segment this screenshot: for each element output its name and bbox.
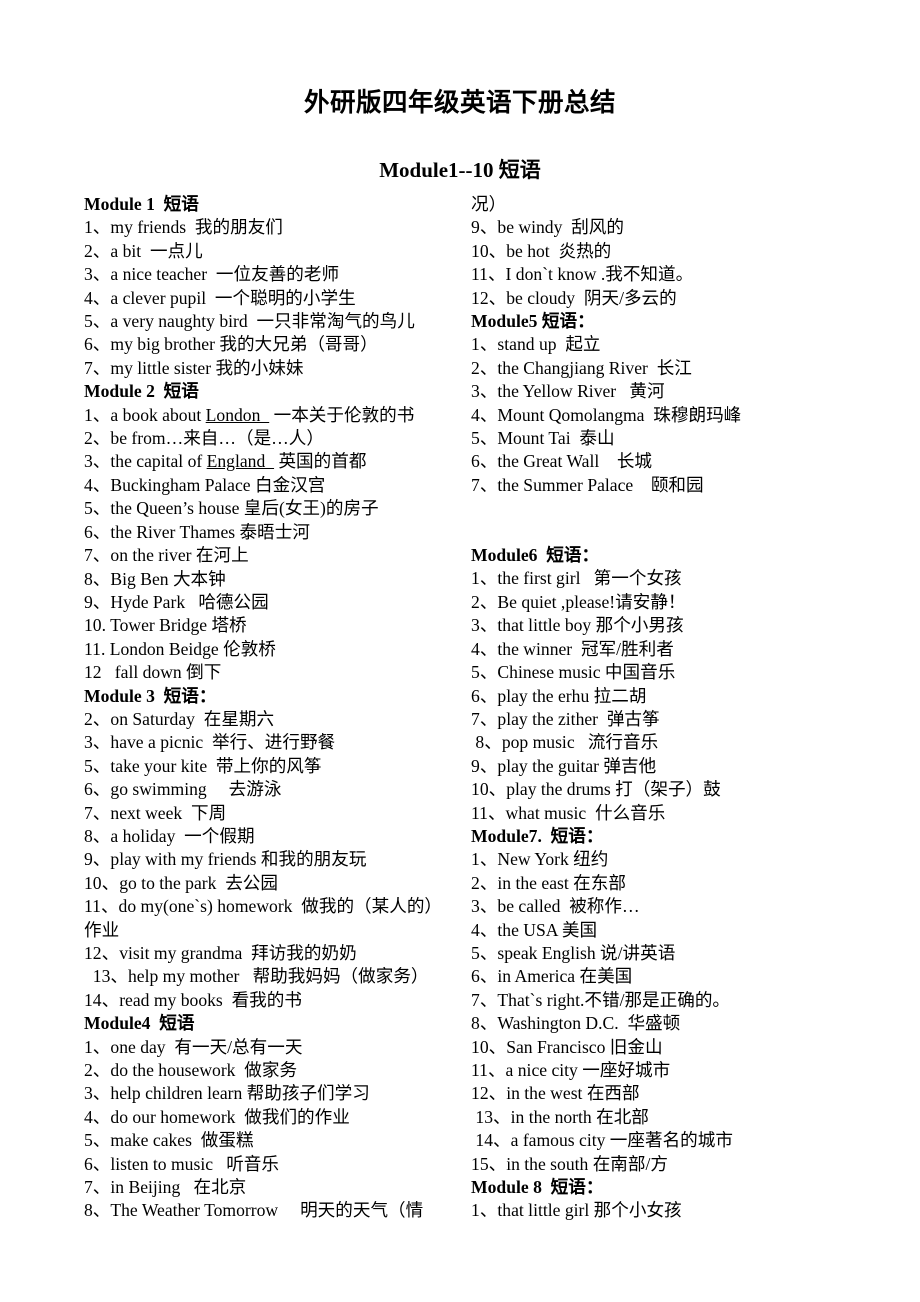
phrase-line: 况）: [471, 194, 507, 214]
phrase-line: 12、in the west 在西部: [471, 1083, 640, 1104]
phrase-line: 7、That`s right.不错/那是正确的。: [471, 989, 731, 1010]
phrase-line: 13、help my mother 帮助我妈妈（做家务）: [84, 966, 429, 987]
phrase-line: 8、pop music 流行音乐: [471, 732, 659, 753]
phrase-line: 6、my big brother 我的大兄弟（哥哥）: [84, 334, 378, 355]
module-heading: Module 8 短语：: [471, 1177, 604, 1198]
phrase-line: 9、be windy 刮风的: [471, 217, 624, 238]
phrase-line: 3、have a picnic 举行、进行野餐: [84, 732, 336, 753]
phrase-line: 1、a book about London 一本关于伦敦的书: [84, 404, 415, 425]
phrase-line: 7、play the zither 弹古筝: [471, 708, 660, 729]
phrase-line: 5、Chinese music 中国音乐: [471, 662, 676, 683]
phrase-line: 1、one day 有一天/总有一天: [84, 1036, 303, 1057]
module-heading: Module6 短语：: [471, 545, 600, 566]
phrase-line: 14、read my books 看我的书: [84, 989, 302, 1010]
phrase-line: 2、Be quiet ,please!请安静！: [471, 591, 686, 612]
phrase-line: 3、the Yellow River 黄河: [471, 381, 665, 402]
right-column: 况） 9、be windy 刮风的 10、be hot 炎热的 11、I don`t …: [471, 193, 858, 1223]
phrase-line: 6、go swimming 去游泳: [84, 779, 282, 800]
phrase-line: 2、be from…来自…（是…人）: [84, 428, 324, 449]
phrase-line: 4、Mount Qomolangma 珠穆朗玛峰: [471, 404, 742, 425]
phrase-line: 8、Big Ben 大本钟: [84, 568, 226, 589]
phrase-line: 9、play with my friends 和我的朋友玩: [84, 849, 367, 870]
spacer-line: [471, 521, 858, 544]
module-heading: Module 3 短语：: [84, 685, 217, 706]
phrase-line: 1、New York 纽约: [471, 849, 609, 870]
phrase-line: 15、in the south 在南部/方: [471, 1153, 668, 1174]
phrase-line: 5、take your kite 带上你的风筝: [84, 755, 322, 776]
document-page: 外研版四年级英语下册总结 Module1--10 短语 Module 1 短语 1…: [0, 0, 920, 1302]
phrase-line: 8、The Weather Tomorrow 明天的天气（情: [84, 1200, 424, 1221]
phrase-line: 11、what music 什么音乐: [471, 802, 666, 823]
phrase-line: 3、a nice teacher 一位友善的老师: [84, 264, 340, 285]
phrase-line: 12 fall down 倒下: [84, 662, 222, 683]
module-heading: Module5 短语：: [471, 311, 595, 332]
phrase-line: 9、play the guitar 弹吉他: [471, 755, 657, 776]
phrase-line: 1、my friends 我的朋友们: [84, 217, 283, 238]
phrase-line: 3、be called 被称作…: [471, 896, 640, 917]
phrase-line: 6、listen to music 听音乐: [84, 1153, 279, 1174]
phrase-line: 6、in America 在美国: [471, 966, 633, 987]
phrase-line: 10、go to the park 去公园: [84, 872, 278, 893]
phrase-line: 11. London Beidge 伦敦桥: [84, 638, 276, 659]
module-heading: Module7. 短语：: [471, 825, 604, 846]
phrase-line: 12、be cloudy 阴天/多云的: [471, 287, 677, 308]
phrase-line: 10、play the drums 打（架子）鼓: [471, 779, 721, 800]
two-column-body: Module 1 短语 1、my friends 我的朋友们 2、a bit 一点儿…: [0, 184, 920, 1223]
phrase-line: 7、on the river 在河上: [84, 545, 249, 566]
phrase-line: 4、Buckingham Palace 白金汉宫: [84, 474, 326, 495]
phrase-line: 6、the Great Wall 长城: [471, 451, 653, 472]
phrase-line: 8、a holiday 一个假期: [84, 825, 255, 846]
phrase-line: 6、play the erhu 拉二胡: [471, 685, 647, 706]
phrase-line: 1、that little girl 那个小女孩: [471, 1200, 682, 1221]
module-heading: Module 1 短语: [84, 194, 199, 214]
phrase-line: 11、I don`t know .我不知道。: [471, 264, 694, 285]
spacer-line: [471, 497, 858, 520]
phrase-line: 1、the first girl 第一个女孩: [471, 568, 682, 589]
page-title: 外研版四年级英语下册总结: [303, 88, 616, 117]
phrase-line: 5、Mount Tai 泰山: [471, 428, 615, 449]
phrase-line: 7、the Summer Palace 颐和园: [471, 474, 704, 495]
phrase-line: 8、Washington D.C. 华盛顿: [471, 1013, 681, 1034]
phrase-line: 作业: [84, 919, 120, 940]
phrase-line: 10. Tower Bridge 塔桥: [84, 615, 247, 636]
phrase-line: 5、a very naughty bird 一只非常淘气的鸟儿: [84, 311, 415, 332]
underlined-term: London: [205, 404, 270, 425]
phrase-line: 2、do the housework 做家务: [84, 1060, 298, 1081]
phrase-line: 13、in the north 在北部: [471, 1106, 649, 1127]
phrase-line: 5、speak English 说/讲英语: [471, 942, 676, 963]
phrase-line: 5、the Queen’s house 皇后(女王)的房子: [84, 498, 379, 519]
phrase-line: 4、the USA 美国: [471, 919, 598, 940]
phrase-line: 4、a clever pupil 一个聪明的小学生: [84, 287, 356, 308]
phrase-line: 3、that little boy 那个小男孩: [471, 615, 684, 636]
phrase-line: 4、the winner 冠军/胜利者: [471, 638, 674, 659]
phrase-line: 12、visit my grandma 拜访我的奶奶: [84, 943, 357, 963]
phrase-line: 7、my little sister 我的小妹妹: [84, 357, 304, 378]
phrase-line: 2、in the east 在东部: [471, 872, 626, 893]
phrase-line: 3、help children learn 帮助孩子们学习: [84, 1083, 370, 1104]
phrase-line: 5、make cakes 做蛋糕: [84, 1130, 254, 1151]
phrase-line: 10、San Francisco 旧金山: [471, 1036, 663, 1057]
phrase-line: 3、the capital of England 英国的首都: [84, 451, 367, 472]
phrase-line: 2、on Saturday 在星期六: [84, 708, 275, 729]
phrase-line: 2、a bit 一点儿: [84, 240, 203, 261]
phrase-line: 14、a famous city 一座著名的城市: [471, 1130, 733, 1151]
phrase-line: 10、be hot 炎热的: [471, 240, 612, 261]
underlined-term: England: [206, 451, 275, 472]
phrase-line: 7、next week 下周: [84, 802, 227, 823]
module-heading: Module 2 短语: [84, 381, 199, 402]
phrase-line: 1、stand up 起立: [471, 334, 601, 355]
phrase-line: 2、the Changjiang River 长江: [471, 357, 692, 378]
left-column: Module 1 短语 1、my friends 我的朋友们 2、a bit 一点儿…: [84, 193, 471, 1223]
module-heading: Module4 短语: [84, 1013, 195, 1034]
phrase-line: 4、do our homework 做我们的作业: [84, 1106, 350, 1127]
phrase-line: 7、in Beijing 在北京: [84, 1177, 247, 1198]
phrase-line: 6、the River Thames 泰晤士河: [84, 521, 310, 542]
phrase-line: 9、Hyde Park 哈德公园: [84, 591, 269, 612]
section-title: Module1--10 短语: [379, 158, 541, 182]
phrase-line: 11、a nice city 一座好城市: [471, 1060, 671, 1080]
phrase-line: 11、do my(one`s) homework 做我的（某人的）: [84, 896, 443, 917]
